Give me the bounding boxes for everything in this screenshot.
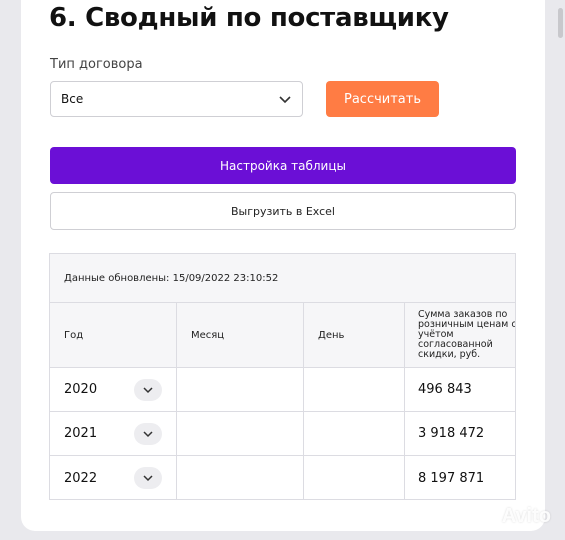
year-cell: 2022	[50, 456, 176, 499]
column-header-month: Месяц	[176, 303, 303, 367]
sum-value: 3 918 472	[418, 426, 485, 441]
sum-cell: 8 197 871	[404, 456, 515, 499]
day-cell	[303, 412, 404, 455]
contract-type-select[interactable]: Все	[50, 81, 303, 117]
column-header-sum: Сумма заказов по розничным ценам с учёто…	[404, 303, 516, 367]
row-expand-button[interactable]	[134, 379, 162, 401]
year-cell: 2021	[50, 412, 176, 455]
table-row: 2022 8 197 871	[50, 456, 515, 499]
month-cell	[176, 368, 303, 411]
table-settings-button[interactable]: Настройка таблицы	[50, 147, 516, 184]
month-cell	[176, 412, 303, 455]
page-scrollbar[interactable]	[558, 8, 563, 38]
chevron-down-icon	[143, 431, 153, 438]
calculate-button[interactable]: Рассчитать	[326, 81, 439, 117]
table-row: 2021 3 918 472	[50, 412, 515, 456]
export-excel-button[interactable]: Выгрузить в Excel	[50, 192, 516, 230]
day-cell	[303, 368, 404, 411]
chevron-down-icon	[143, 387, 153, 394]
sum-value: 496 843	[418, 382, 472, 397]
row-expand-button[interactable]	[134, 423, 162, 445]
avito-watermark: Avito	[469, 505, 551, 528]
contract-type-value: Все	[61, 92, 84, 106]
year-value: 2020	[64, 382, 98, 397]
table-row: 2020 496 843	[50, 368, 515, 412]
sum-cell: 3 918 472	[404, 412, 515, 455]
sum-value: 8 197 871	[418, 470, 485, 486]
avito-watermark-text: Avito	[501, 505, 551, 527]
chevron-down-icon	[279, 96, 291, 104]
row-expand-button[interactable]	[134, 467, 162, 489]
contract-type-label: Тип договора	[50, 57, 143, 72]
avito-logo-icon	[469, 507, 495, 526]
year-value: 2022	[64, 470, 98, 486]
column-header-year: Год	[64, 329, 84, 341]
page-title: 6. Сводный по поставщику	[49, 3, 449, 33]
year-cell: 2020	[50, 368, 176, 411]
summary-table: Данные обновлены: 15/09/2022 23:10:52 Го…	[49, 253, 516, 500]
chevron-down-icon	[143, 475, 153, 482]
table-header-row: Год Месяц День Сумма заказов по розничны…	[50, 303, 515, 368]
sum-cell: 496 843	[404, 368, 515, 411]
day-cell	[303, 456, 404, 499]
column-header-sum-text: Сумма заказов по розничным ценам с учёто…	[418, 309, 516, 360]
report-card: 6. Сводный по поставщику Тип договора Вс…	[21, 0, 545, 531]
month-cell	[176, 456, 303, 499]
year-value: 2021	[64, 426, 98, 441]
column-header-day: День	[303, 303, 404, 367]
data-updated-text: Данные обновлены: 15/09/2022 23:10:52	[50, 254, 515, 303]
